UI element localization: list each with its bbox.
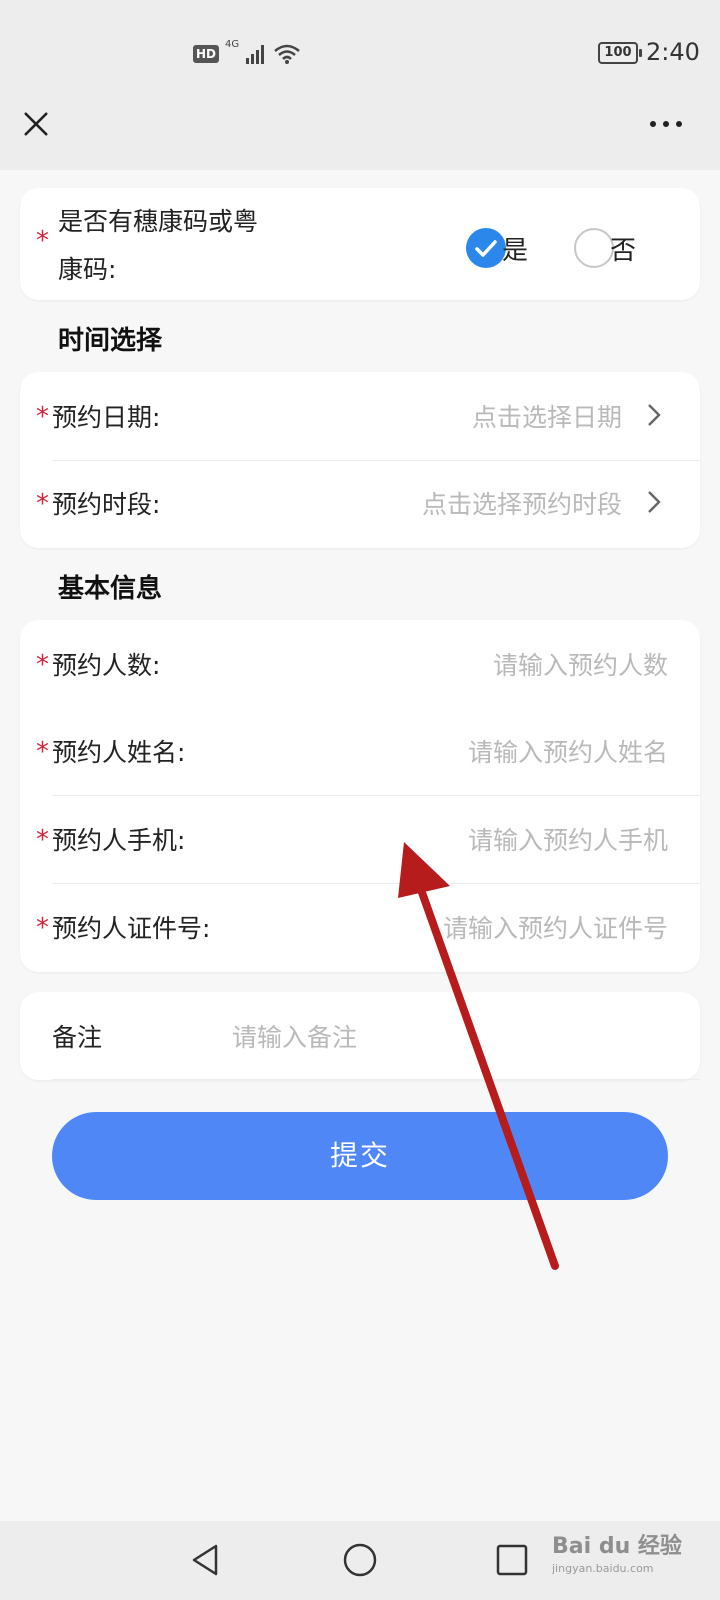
check-icon (475, 240, 497, 257)
name-label: 预约人姓名: (52, 738, 186, 767)
wifi-icon (274, 44, 300, 64)
back-icon[interactable] (190, 1543, 222, 1577)
radio-no-label[interactable]: 否 (610, 230, 636, 267)
required-mark: * (36, 489, 49, 519)
people-count-label: 预约人数: (52, 651, 161, 680)
divider (52, 460, 700, 461)
signal-icon (246, 45, 265, 64)
health-code-question-cont: 康码: (58, 255, 117, 284)
required-mark: * (36, 226, 49, 256)
radio-no[interactable] (574, 228, 614, 268)
remarks-input[interactable]: 请输入备注 (232, 1018, 357, 1054)
close-icon[interactable] (20, 108, 52, 140)
required-mark: * (36, 825, 49, 855)
time-slot-label: 预约时段: (52, 490, 161, 519)
app-bar (0, 108, 720, 170)
required-mark: * (36, 913, 49, 943)
radio-yes[interactable] (466, 228, 506, 268)
health-code-question: 是否有穗康码或粤 (58, 207, 259, 236)
divider (52, 795, 700, 796)
status-bar: HD 4G 100 2:40 (0, 0, 720, 108)
required-mark: * (36, 402, 49, 432)
people-count-input[interactable]: 请输入预约人数 (493, 646, 668, 682)
remarks-label: 备注 (52, 1023, 103, 1052)
submit-button[interactable]: 提交 (52, 1112, 668, 1200)
more-icon[interactable] (650, 114, 690, 134)
id-number-label: 预约人证件号: (52, 914, 211, 943)
network-type-label: 4G (225, 39, 240, 50)
time-card: * 预约日期: 点击选择日期 * 预约时段: 点击选择预约时段 (20, 372, 700, 548)
date-picker[interactable]: 点击选择日期 (472, 398, 622, 434)
watermark-url: jingyan.baidu.com (552, 1562, 654, 1575)
radio-yes-label[interactable]: 是 (502, 230, 528, 267)
home-icon[interactable] (343, 1543, 377, 1577)
divider (52, 1079, 700, 1080)
id-number-input[interactable]: 请输入预约人证件号 (443, 909, 668, 945)
basic-info-card: * 预约人数: 请输入预约人数 * 预约人姓名: 请输入预约人姓名 * 预约人手… (20, 620, 700, 972)
divider (52, 883, 700, 884)
time-slot-picker[interactable]: 点击选择预约时段 (422, 485, 622, 521)
section-title-basic: 基本信息 (58, 574, 163, 604)
remarks-card: 备注 请输入备注 (20, 992, 700, 1080)
date-label: 预约日期: (52, 403, 161, 432)
status-icons: HD 4G (193, 40, 301, 68)
phone-label: 预约人手机: (52, 826, 186, 855)
hd-badge: HD (193, 45, 220, 63)
name-input[interactable]: 请输入预约人姓名 (468, 733, 668, 769)
watermark-logo: Bai du 经验 (552, 1534, 682, 1559)
required-mark: * (36, 737, 49, 767)
health-code-card: * 是否有穗康码或粤 康码: 是 否 (20, 188, 700, 300)
status-time: 2:40 (646, 38, 700, 66)
more-dot (663, 121, 669, 127)
more-dot (650, 121, 656, 127)
more-dot (676, 121, 682, 127)
battery-icon: 100 (598, 42, 642, 64)
phone-input[interactable]: 请输入预约人手机 (468, 821, 668, 857)
chevron-right-icon[interactable] (646, 402, 662, 428)
recents-icon[interactable] (496, 1544, 528, 1576)
section-title-time: 时间选择 (58, 326, 163, 356)
required-mark: * (36, 650, 49, 680)
chevron-right-icon[interactable] (646, 489, 662, 515)
